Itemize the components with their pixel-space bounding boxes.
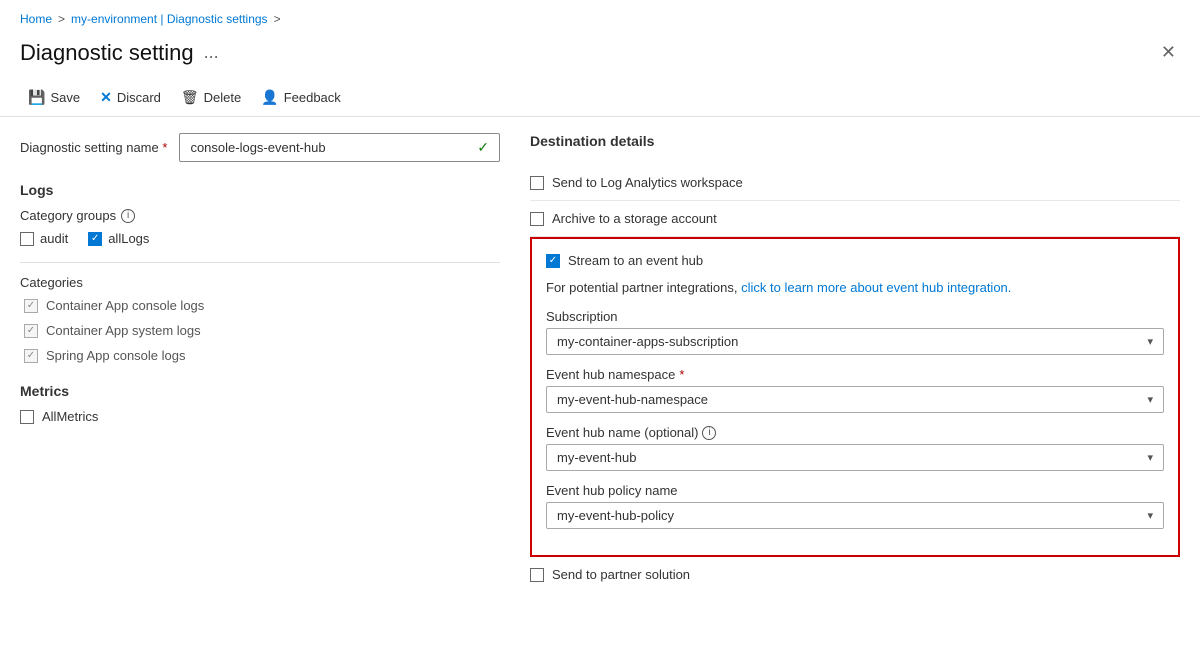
category-console-checkbox (24, 299, 38, 313)
hub-name-group: Event hub name (optional) i my-event-hub… (546, 425, 1164, 471)
page-title-row: Diagnostic setting ... ✕ (0, 34, 1200, 79)
log-analytics-option: Send to Log Analytics workspace (530, 165, 1180, 201)
feedback-icon: 👤 (261, 89, 278, 106)
event-hub-checkbox[interactable] (546, 254, 560, 268)
category-groups-label: Category groups i (20, 208, 500, 223)
page-title: Diagnostic setting ... (20, 40, 219, 66)
validation-check-icon: ✓ (477, 139, 489, 156)
event-hub-link[interactable]: click to learn more about event hub inte… (741, 280, 1011, 295)
audit-checkbox[interactable] (20, 232, 34, 246)
hub-name-select[interactable]: my-event-hub ▾ (546, 444, 1164, 471)
destination-title: Destination details (530, 133, 1180, 149)
close-button[interactable]: ✕ (1157, 38, 1180, 67)
namespace-chevron-icon: ▾ (1147, 393, 1153, 406)
policy-group: Event hub policy name my-event-hub-polic… (546, 483, 1164, 529)
storage-account-checkbox[interactable] (530, 212, 544, 226)
category-item-system: Container App system logs (20, 323, 500, 338)
alllogs-checkbox-item[interactable]: allLogs (88, 231, 149, 246)
delete-button[interactable]: 🗑 Delete (173, 85, 249, 110)
category-item-spring: Spring App console logs (20, 348, 500, 363)
left-panel: Diagnostic setting name * console-logs-e… (20, 133, 500, 592)
partner-solution-option: Send to partner solution (530, 557, 1180, 592)
policy-chevron-icon: ▾ (1147, 509, 1153, 522)
category-system-label: Container App system logs (46, 323, 201, 338)
breadcrumb-home[interactable]: Home (20, 12, 52, 26)
diagnostic-setting-page: Home > my-environment | Diagnostic setti… (0, 0, 1200, 666)
namespace-label: Event hub namespace * (546, 367, 1164, 382)
right-panel: Destination details Send to Log Analytic… (530, 133, 1180, 592)
partner-solution-checkbox[interactable] (530, 568, 544, 582)
event-hub-note: For potential partner integrations, clic… (546, 280, 1164, 295)
allmetrics-item[interactable]: AllMetrics (20, 409, 500, 424)
namespace-select[interactable]: my-event-hub-namespace ▾ (546, 386, 1164, 413)
subscription-chevron-icon: ▾ (1147, 335, 1153, 348)
category-spring-label: Spring App console logs (46, 348, 185, 363)
policy-label: Event hub policy name (546, 483, 1164, 498)
main-content: Diagnostic setting name * console-logs-e… (0, 117, 1200, 608)
save-button[interactable]: 💾 Save (20, 85, 88, 110)
breadcrumb-sep2: > (274, 12, 281, 26)
diagnostic-name-input[interactable]: console-logs-event-hub ✓ (179, 133, 500, 162)
storage-account-option: Archive to a storage account (530, 201, 1180, 237)
diagnostic-name-label: Diagnostic setting name * (20, 140, 167, 155)
category-groups-info-icon[interactable]: i (121, 209, 135, 223)
categories-title: Categories (20, 275, 500, 290)
category-item-console: Container App console logs (20, 298, 500, 313)
subscription-group: Subscription my-container-apps-subscript… (546, 309, 1164, 355)
breadcrumb: Home > my-environment | Diagnostic setti… (0, 0, 1200, 34)
toolbar: 💾 Save ✕ Discard 🗑 Delete 👤 Feedback (0, 79, 1200, 117)
allmetrics-checkbox[interactable] (20, 410, 34, 424)
namespace-group: Event hub namespace * my-event-hub-names… (546, 367, 1164, 413)
category-console-label: Container App console logs (46, 298, 204, 313)
diagnostic-name-row: Diagnostic setting name * console-logs-e… (20, 133, 500, 162)
log-analytics-checkbox[interactable] (530, 176, 544, 190)
category-spring-checkbox (24, 349, 38, 363)
policy-select[interactable]: my-event-hub-policy ▾ (546, 502, 1164, 529)
metrics-section-title: Metrics (20, 383, 500, 399)
alllogs-checkbox[interactable] (88, 232, 102, 246)
logs-section-title: Logs (20, 182, 500, 198)
audit-label: audit (40, 231, 68, 246)
alllogs-label: allLogs (108, 231, 149, 246)
event-hub-header: Stream to an event hub (546, 253, 1164, 268)
delete-icon: 🗑 (181, 89, 199, 106)
event-hub-section: Stream to an event hub For potential par… (530, 237, 1180, 557)
metrics-section: Metrics AllMetrics (20, 383, 500, 424)
discard-button[interactable]: ✕ Discard (92, 85, 169, 110)
event-hub-label: Stream to an event hub (568, 253, 703, 268)
feedback-button[interactable]: 👤 Feedback (253, 85, 349, 110)
category-system-checkbox (24, 324, 38, 338)
subscription-label: Subscription (546, 309, 1164, 324)
audit-checkbox-item[interactable]: audit (20, 231, 68, 246)
allmetrics-label: AllMetrics (42, 409, 98, 424)
divider-1 (20, 262, 500, 263)
hub-name-label: Event hub name (optional) i (546, 425, 1164, 440)
breadcrumb-sep1: > (58, 12, 65, 26)
title-more-options[interactable]: ... (204, 42, 219, 63)
discard-icon: ✕ (100, 89, 112, 106)
category-groups-checkboxes: audit allLogs (20, 231, 500, 246)
save-icon: 💾 (28, 89, 45, 106)
breadcrumb-environment[interactable]: my-environment | Diagnostic settings (71, 12, 268, 26)
log-analytics-label: Send to Log Analytics workspace (552, 175, 743, 190)
hub-name-info-icon[interactable]: i (702, 426, 716, 440)
storage-account-label: Archive to a storage account (552, 211, 717, 226)
partner-solution-label: Send to partner solution (552, 567, 690, 582)
subscription-select[interactable]: my-container-apps-subscription ▾ (546, 328, 1164, 355)
hub-name-chevron-icon: ▾ (1147, 451, 1153, 464)
